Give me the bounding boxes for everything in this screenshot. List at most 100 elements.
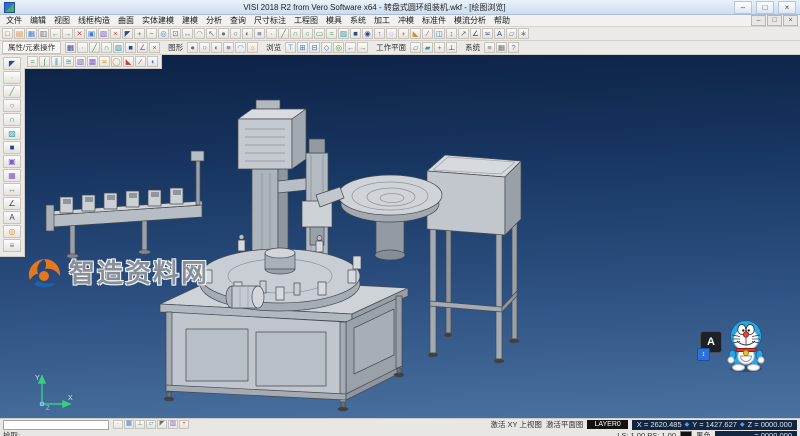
blend-icon[interactable]: ◖ <box>147 56 158 67</box>
menu-item-15[interactable]: 标准件 <box>418 15 450 26</box>
menu-item-1[interactable]: 编辑 <box>26 15 50 26</box>
menu-item-2[interactable]: 视图 <box>50 15 74 26</box>
system-options-icon[interactable]: ≡ <box>484 42 495 53</box>
wireframe-view-icon[interactable]: ○ <box>230 28 241 39</box>
menu-item-17[interactable]: 帮助 <box>490 15 514 26</box>
delete-icon[interactable]: × <box>110 28 121 39</box>
viewport-3d[interactable]: ◤∙╱○∩▨■▣▦↔∠A◎≡ ≈∫∥≅▧▩≍◯◣∕◖ 智造资料网 Y X <box>0 55 800 418</box>
dock-surface-icon[interactable]: ▨ <box>3 127 21 140</box>
light-toggle-icon[interactable]: ☼ <box>247 42 258 53</box>
profile-icon[interactable]: ≈ <box>27 56 38 67</box>
command-input[interactable] <box>3 420 109 430</box>
measure-tool-icon[interactable]: ∠ <box>470 28 481 39</box>
menu-item-4[interactable]: 曲面 <box>114 15 138 26</box>
menu-item-12[interactable]: 系统 <box>346 15 370 26</box>
workplane-toggle-icon[interactable]: ▱ <box>146 420 156 429</box>
aux-toggle-icon[interactable]: + <box>179 420 189 429</box>
conveyor-assembly[interactable] <box>46 151 204 258</box>
menu-item-6[interactable]: 建模 <box>178 15 202 26</box>
pipe-icon[interactable]: ∥ <box>51 56 62 67</box>
draft-icon[interactable]: ◣ <box>123 56 134 67</box>
curve-tool-icon[interactable]: ≈ <box>326 28 337 39</box>
rectangle-tool-icon[interactable]: ▭ <box>314 28 325 39</box>
point-tool-icon[interactable]: ∙ <box>266 28 277 39</box>
shaded-view-icon[interactable]: ● <box>218 28 229 39</box>
graphics-options-icon[interactable]: ≡ <box>223 42 234 53</box>
new-file-icon[interactable]: □ <box>2 28 13 39</box>
extrude-tool-icon[interactable]: ↑ <box>374 28 385 39</box>
select-toggle-icon[interactable]: ◤ <box>157 420 167 429</box>
open-file-icon[interactable]: ▤ <box>14 28 25 39</box>
workplane-custom-icon[interactable]: + <box>434 42 445 53</box>
move-tool-icon[interactable]: ↕ <box>446 28 457 39</box>
menu-item-3[interactable]: 线框构造 <box>74 15 114 26</box>
workplane-normal-icon[interactable]: ⊥ <box>446 42 457 53</box>
dock-curve-icon[interactable]: ∩ <box>3 113 21 126</box>
print-icon[interactable]: ▥ <box>38 28 49 39</box>
trim-tool-icon[interactable]: ∕ <box>422 28 433 39</box>
filter-dimensions-icon[interactable]: ∠ <box>137 42 148 53</box>
rotate-view-icon[interactable]: ◠ <box>194 28 205 39</box>
solid-box-tool-icon[interactable]: ■ <box>350 28 361 39</box>
redo-icon[interactable]: → <box>62 28 73 39</box>
cad-model[interactable] <box>0 55 800 418</box>
dock-analyze-icon[interactable]: ◎ <box>3 225 21 238</box>
layer-manager-icon[interactable]: ≡ <box>254 28 265 39</box>
menu-item-14[interactable]: 冲模 <box>394 15 418 26</box>
wire-mode-icon[interactable]: ○ <box>199 42 210 53</box>
dock-point-icon[interactable]: ∙ <box>3 71 21 84</box>
minimize-button[interactable]: – <box>734 1 752 14</box>
current-color-swatch[interactable] <box>680 431 692 436</box>
menu-item-16[interactable]: 模流分析 <box>450 15 490 26</box>
filter-lines-icon[interactable]: ╱ <box>89 42 100 53</box>
menu-item-5[interactable]: 实体建模 <box>138 15 178 26</box>
workplane-xy-icon[interactable]: ▱ <box>410 42 421 53</box>
dock-line-icon[interactable]: ╱ <box>3 85 21 98</box>
workplane-yz-icon[interactable]: ▰ <box>422 42 433 53</box>
dock-transform-icon[interactable]: ↔ <box>3 183 21 196</box>
ortho-toggle-icon[interactable]: ⊥ <box>135 420 145 429</box>
view-top-icon[interactable]: ⊤ <box>285 42 296 53</box>
previous-view-icon[interactable]: ↖ <box>206 28 217 39</box>
view-side-icon[interactable]: ⊟ <box>309 42 320 53</box>
dock-select-icon[interactable]: ◤ <box>3 57 21 70</box>
surface-tool-icon[interactable]: ▨ <box>338 28 349 39</box>
solid-cylinder-tool-icon[interactable]: ◉ <box>362 28 373 39</box>
offset-surface-icon[interactable]: ≍ <box>99 56 110 67</box>
menu-item-13[interactable]: 加工 <box>370 15 394 26</box>
menu-item-7[interactable]: 分析 <box>202 15 226 26</box>
child-restore-button[interactable]: □ <box>767 15 782 26</box>
dimension-tool-icon[interactable]: ≍ <box>482 28 493 39</box>
workplane-tool-icon[interactable]: ▱ <box>506 28 517 39</box>
close-button[interactable]: × <box>778 1 796 14</box>
view-all-icon[interactable]: ◎ <box>333 42 344 53</box>
paste-icon[interactable]: ▧ <box>98 28 109 39</box>
hidden-mode-icon[interactable]: ◐ <box>211 42 222 53</box>
dock-dimension-icon[interactable]: ∠ <box>3 197 21 210</box>
arc-tool-icon[interactable]: ∩ <box>290 28 301 39</box>
mirror-tool-icon[interactable]: ◫ <box>434 28 445 39</box>
properties-filter-tab[interactable]: 属性/元素操作 <box>2 41 61 54</box>
menu-item-11[interactable]: 模具 <box>322 15 346 26</box>
filter-all-icon[interactable]: ▦ <box>65 42 76 53</box>
undo-icon[interactable]: ← <box>50 28 61 39</box>
select-icon[interactable]: ◤ <box>122 28 133 39</box>
dock-text-icon[interactable]: A <box>3 211 21 224</box>
dock-feature-icon[interactable]: ▣ <box>3 155 21 168</box>
options-icon[interactable]: ∗ <box>518 28 529 39</box>
maximize-button[interactable]: □ <box>756 1 774 14</box>
text-tool-icon[interactable]: A <box>494 28 505 39</box>
save-file-icon[interactable]: ▦ <box>26 28 37 39</box>
view-front-icon[interactable]: ⊞ <box>297 42 308 53</box>
dock-circle-icon[interactable]: ○ <box>3 99 21 112</box>
menu-item-10[interactable]: 工程图 <box>290 15 322 26</box>
fillet-tool-icon[interactable]: ◗ <box>398 28 409 39</box>
zoom-out-icon[interactable]: − <box>146 28 157 39</box>
revolve-tool-icon[interactable]: ◌ <box>386 28 397 39</box>
view-next-icon[interactable]: → <box>357 42 368 53</box>
layer-indicator[interactable]: LAYER0 <box>587 420 627 429</box>
filter-clear-icon[interactable]: × <box>149 42 160 53</box>
system-help-icon[interactable]: ? <box>508 42 519 53</box>
dock-macro-icon[interactable]: ≡ <box>3 239 21 252</box>
child-close-button[interactable]: × <box>783 15 798 26</box>
